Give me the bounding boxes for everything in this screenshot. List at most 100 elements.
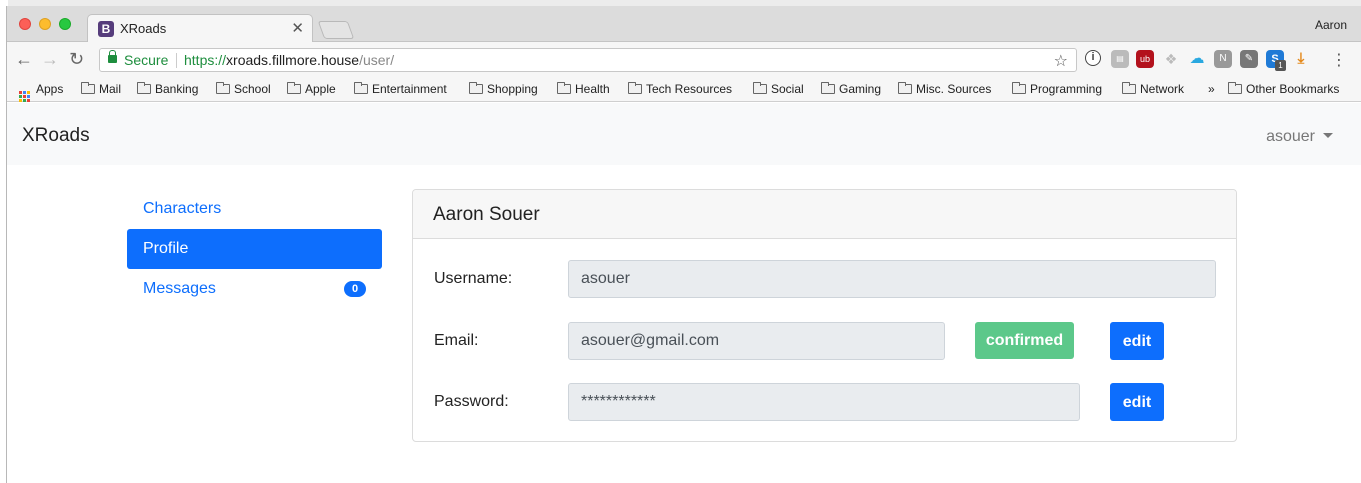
folder-icon (1122, 82, 1136, 94)
folder-icon (753, 82, 767, 94)
edit-password-button[interactable]: edit (1110, 383, 1164, 421)
extension-count-badge: 1 (1275, 60, 1286, 71)
bookmark-label: Health (575, 82, 610, 96)
dss-extension-icon[interactable]: ▤ (1111, 50, 1129, 68)
web-page: XRoads asouer Characters Profile Message… (7, 103, 1361, 483)
user-menu-dropdown[interactable]: asouer (1266, 128, 1333, 146)
bookmark-label: Banking (155, 82, 199, 96)
sidebar-item-characters[interactable]: Characters (127, 189, 382, 229)
folder-icon (821, 82, 835, 94)
url-text: https://xroads.fillmore.house/user/ (184, 52, 394, 68)
profile-card: Aaron Souer Username: asouer Email: asou… (412, 189, 1237, 442)
bookmark-mail[interactable]: Mail (81, 82, 121, 96)
reload-icon[interactable]: ↻ (69, 49, 84, 69)
sidebar-item-messages[interactable]: Messages 0 (127, 269, 382, 309)
caret-down-icon (1323, 133, 1333, 138)
apps-icon (19, 91, 31, 103)
folder-icon (81, 82, 95, 94)
bookmark-entertainment[interactable]: Entertainment (354, 82, 447, 96)
bookmark-school[interactable]: School (216, 82, 271, 96)
cloud-extension-icon[interactable]: ☁ (1188, 50, 1206, 68)
username-field[interactable]: asouer (568, 260, 1216, 298)
tab-title: XRoads (120, 21, 167, 36)
bookmark-label: Mail (99, 82, 122, 96)
bookmark-label: Tech Resources (646, 82, 733, 96)
ublock-extension-icon[interactable]: ub (1136, 50, 1154, 68)
bookmark-star-icon[interactable]: ☆ (1054, 51, 1068, 71)
dropbox-extension-icon[interactable]: ❖ (1162, 50, 1180, 68)
edit-email-button[interactable]: edit (1110, 322, 1164, 360)
forward-arrow-icon[interactable]: → (41, 49, 59, 69)
secure-label: Secure (124, 52, 169, 68)
browser-profile-name[interactable]: Aaron (1315, 18, 1347, 32)
sidebar-item-profile[interactable]: Profile (127, 229, 382, 269)
lock-icon (108, 50, 117, 63)
bookmark-label: Gaming (839, 82, 882, 96)
tab-close-icon[interactable]: ✕ (291, 19, 304, 37)
tab-xroads[interactable]: B XRoads ✕ (87, 14, 313, 43)
messages-count-badge: 0 (344, 281, 366, 297)
url-host: xroads.fillmore.house (226, 52, 360, 68)
info-extension-icon[interactable]: i (1085, 50, 1101, 66)
username-row: Username: asouer (413, 260, 1236, 298)
bookmark-apps[interactable]: Apps (19, 82, 63, 103)
user-menu-label: asouer (1266, 128, 1315, 145)
bookmark-label: School (234, 82, 271, 96)
sidebar-item-label: Characters (143, 200, 222, 217)
app-navbar: XRoads asouer (7, 103, 1361, 165)
bookmarks-overflow-chevron-icon[interactable]: » (1208, 82, 1215, 96)
browser-toolbar: ← → ↻ Secure https://xroads.fillmore.hou… (7, 42, 1361, 78)
sidebar-item-label: Messages (143, 280, 216, 297)
bootstrap-favicon-icon: B (98, 21, 114, 37)
profile-sidenav: Characters Profile Messages 0 (127, 189, 382, 309)
bookmark-health[interactable]: Health (557, 82, 610, 96)
email-field[interactable]: asouer@gmail.com (568, 322, 945, 360)
bookmark-misc-sources[interactable]: Misc. Sources (898, 82, 991, 96)
bookmarks-bar: Apps Mail Banking School Apple Entertain… (7, 78, 1361, 102)
folder-icon (628, 82, 642, 94)
bookmark-network[interactable]: Network (1122, 82, 1184, 96)
omnibox-divider (176, 53, 177, 68)
folder-icon (898, 82, 912, 94)
bookmark-apple[interactable]: Apple (287, 82, 336, 96)
bookmark-label: Other Bookmarks (1246, 82, 1340, 96)
browser-menu-icon[interactable]: ⋮ (1331, 50, 1347, 70)
bookmark-gaming[interactable]: Gaming (821, 82, 881, 96)
bookmark-label: Apple (305, 82, 336, 96)
pocket-extension-icon[interactable]: ✎ (1240, 50, 1258, 68)
email-label: Email: (434, 332, 479, 349)
bookmark-label: Shopping (487, 82, 538, 96)
username-label: Username: (434, 270, 513, 287)
download-extension-icon[interactable]: ⤓ (1292, 50, 1310, 68)
evernote-extension-icon[interactable]: N (1214, 50, 1232, 68)
bookmark-label: Network (1140, 82, 1185, 96)
password-field[interactable]: ************ (568, 383, 1080, 421)
bookmark-other-bookmarks[interactable]: Other Bookmarks (1228, 82, 1339, 96)
bookmark-banking[interactable]: Banking (137, 82, 198, 96)
sidebar-item-label: Profile (143, 240, 189, 257)
minimize-window-button[interactable] (39, 18, 51, 30)
new-tab-button[interactable] (317, 21, 355, 39)
email-confirmed-badge: confirmed (975, 322, 1074, 359)
bookmark-tech-resources[interactable]: Tech Resources (628, 82, 732, 96)
folder-icon (287, 82, 301, 94)
app-brand[interactable]: XRoads (22, 125, 90, 147)
bookmark-label: Entertainment (372, 82, 447, 96)
folder-icon (557, 82, 571, 94)
folder-icon (137, 82, 151, 94)
email-row: Email: asouer@gmail.com confirmed edit (413, 322, 1236, 360)
zoom-window-button[interactable] (59, 18, 71, 30)
bookmark-programming[interactable]: Programming (1012, 82, 1102, 96)
bookmark-label: Misc. Sources (916, 82, 992, 96)
folder-icon (1012, 82, 1026, 94)
folder-icon (216, 82, 230, 94)
back-arrow-icon[interactable]: ← (15, 49, 33, 69)
tab-strip: B XRoads ✕ Aaron (7, 6, 1361, 43)
address-bar[interactable]: Secure https://xroads.fillmore.house/use… (99, 48, 1077, 72)
close-window-button[interactable] (19, 18, 31, 30)
bookmark-label: Social (771, 82, 804, 96)
url-scheme: https:// (184, 52, 227, 68)
bookmark-social[interactable]: Social (753, 82, 804, 96)
browser-window: B XRoads ✕ Aaron ← → ↻ Secure https://xr… (6, 6, 1361, 483)
bookmark-shopping[interactable]: Shopping (469, 82, 538, 96)
